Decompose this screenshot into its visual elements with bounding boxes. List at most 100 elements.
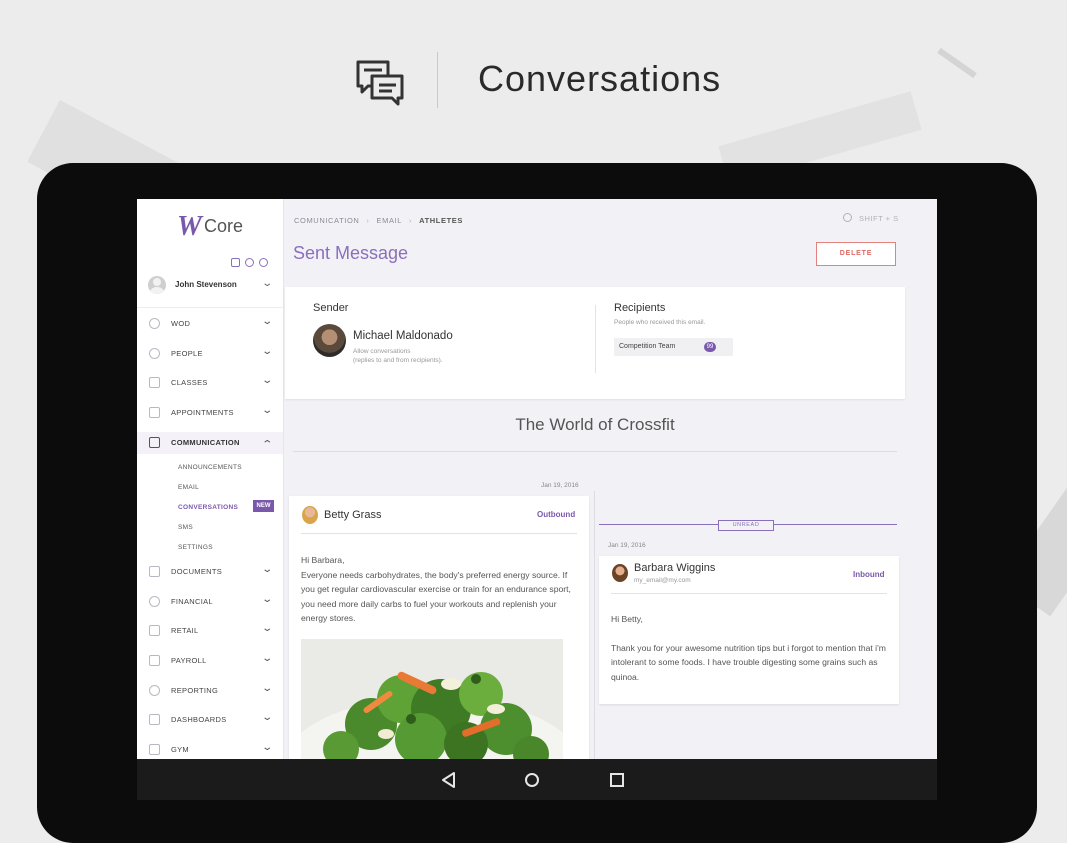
chevron-down-icon: ⌄ <box>261 405 274 416</box>
sidebar-item-label: DASHBOARDS <box>171 715 227 724</box>
message-divider <box>301 533 577 534</box>
avatar <box>148 276 166 294</box>
breadcrumb-athletes: ATHLETES <box>419 216 463 225</box>
recipients-subtitle: People who received this email. <box>614 319 706 326</box>
salad-illustration <box>301 639 563 759</box>
recipient-chip-label: Competition Team <box>619 343 676 350</box>
home-icon[interactable] <box>521 769 543 791</box>
card-divider <box>595 305 596 373</box>
sidebar-item-dashboards[interactable]: DASHBOARDS ⌄ <box>137 709 283 731</box>
recipient-chip[interactable]: Competition Team 99 <box>614 338 733 356</box>
delete-button[interactable]: DELETE <box>816 242 896 266</box>
submenu-settings[interactable]: SETTINGS <box>178 544 213 551</box>
breadcrumb-email[interactable]: EMAIL <box>377 216 403 225</box>
message-body: Hi Barbara, Everyone needs carbohydrates… <box>301 553 581 626</box>
submenu-sms[interactable]: SMS <box>178 524 193 531</box>
sidebar-item-label: DOCUMENTS <box>171 567 223 576</box>
breadcrumb-separator: › <box>409 216 413 225</box>
bell-icon[interactable] <box>259 258 268 267</box>
hero-header: Conversations <box>0 40 1067 120</box>
breadcrumb: COMUNICATION › EMAIL › ATHLETES <box>294 216 463 225</box>
search-shortcut-label: SHIFT + S <box>859 214 899 223</box>
dashboard-icon <box>149 714 160 725</box>
message-direction: Inbound <box>853 570 885 579</box>
user-menu[interactable]: John Stevenson ⌄ <box>137 273 283 299</box>
chevron-down-icon: ⌄ <box>261 712 274 723</box>
chat-icon <box>149 437 160 448</box>
chevron-down-icon: ⌄ <box>261 653 274 664</box>
submenu-email[interactable]: EMAIL <box>178 484 199 491</box>
chevron-down-icon[interactable]: ⌄ <box>261 278 273 289</box>
message-greeting: Hi Barbara, <box>301 555 345 565</box>
chevron-down-icon: ⌄ <box>261 623 274 634</box>
message-card-outbound[interactable]: Betty Grass Outbound Hi Barbara, Everyon… <box>289 496 589 759</box>
search-shortcut[interactable]: SHIFT + S <box>843 213 899 223</box>
app-screen: W Core John Stevenson ⌄ WOD ⌄ PEOPLE ⌄ C… <box>137 199 937 759</box>
chevron-down-icon: ⌄ <box>261 564 274 575</box>
avatar <box>612 564 628 582</box>
submenu-announcements[interactable]: ANNOUNCEMENTS <box>178 464 242 471</box>
sidebar-item-communication[interactable]: COMMUNICATION ⌄ <box>137 432 283 454</box>
message-card-inbound[interactable]: Barbara Wiggins my_email@my.com Inbound … <box>599 556 899 704</box>
search-icon <box>843 213 852 222</box>
sidebar-item-label: FINANCIAL <box>171 597 213 606</box>
chevron-down-icon: ⌄ <box>261 375 274 386</box>
message-text: Everyone needs carbohydrates, the body's… <box>301 569 571 624</box>
message-divider <box>611 593 887 594</box>
sidebar-item-label: REPORTING <box>171 686 219 695</box>
sidebar-item-people[interactable]: PEOPLE ⌄ <box>137 343 283 365</box>
breadcrumb-communication[interactable]: COMUNICATION <box>294 216 359 225</box>
salad-image[interactable] <box>301 639 563 759</box>
sidebar-item-payroll[interactable]: PAYROLL ⌄ <box>137 650 283 672</box>
message-details-card: Sender Michael Maldonado Allow conversat… <box>285 287 905 399</box>
cart-icon <box>149 625 160 636</box>
unread-label: UNREAD <box>718 520 774 531</box>
message-date: Jan 19, 2016 <box>608 542 646 549</box>
message-sender-email: my_email@my.com <box>634 577 691 584</box>
sidebar-item-reporting[interactable]: REPORTING ⌄ <box>137 680 283 702</box>
message-direction: Outbound <box>537 510 576 519</box>
sidebar-item-wod[interactable]: WOD ⌄ <box>137 313 283 335</box>
dollar-icon <box>149 596 160 607</box>
recipients-heading: Recipients <box>614 302 666 314</box>
sender-heading: Sender <box>313 302 349 314</box>
sender-avatar <box>313 324 346 357</box>
sidebar-item-financial[interactable]: FINANCIAL ⌄ <box>137 591 283 613</box>
help-icon[interactable] <box>245 258 254 267</box>
sidebar-item-gym[interactable]: GYM ⌄ <box>137 739 283 759</box>
message-text: Thank you for your awesome nutrition tip… <box>611 642 886 682</box>
gym-icon <box>149 744 160 755</box>
sidebar-item-classes[interactable]: CLASSES ⌄ <box>137 372 283 394</box>
android-nav-bar <box>137 759 937 800</box>
sender-note-line: (replies to and from recipients). <box>353 357 443 364</box>
appointments-icon <box>149 407 160 418</box>
sidebar-item-label: PAYROLL <box>171 656 207 665</box>
sidebar: W Core John Stevenson ⌄ WOD ⌄ PEOPLE ⌄ C… <box>137 199 284 759</box>
chevron-down-icon: ⌄ <box>261 316 274 327</box>
chevron-up-icon: ⌄ <box>261 437 274 448</box>
avatar <box>302 506 318 524</box>
hero-title: Conversations <box>478 58 722 99</box>
sidebar-item-documents[interactable]: DOCUMENTS ⌄ <box>137 561 283 583</box>
sidebar-item-retail[interactable]: RETAIL ⌄ <box>137 620 283 642</box>
sidebar-item-appointments[interactable]: APPOINTMENTS ⌄ <box>137 402 283 424</box>
sidebar-item-label: COMMUNICATION <box>171 438 240 447</box>
message-date: Jan 19, 2016 <box>541 482 579 489</box>
recent-apps-icon[interactable] <box>606 769 628 791</box>
sidebar-item-label: PEOPLE <box>171 349 203 358</box>
user-name: John Stevenson <box>175 280 237 289</box>
timeline-line <box>594 491 595 759</box>
sidebar-item-label: CLASSES <box>171 378 208 387</box>
folder-icon <box>149 566 160 577</box>
sender-name: Michael Maldonado <box>353 330 453 342</box>
chevron-down-icon: ⌄ <box>261 742 274 753</box>
new-badge: NEW <box>253 500 274 512</box>
breadcrumb-separator: › <box>366 216 370 225</box>
page-title: Sent Message <box>293 243 409 263</box>
chevron-down-icon: ⌄ <box>261 683 274 694</box>
bookmark-icon[interactable] <box>231 258 240 267</box>
back-icon[interactable] <box>438 769 460 791</box>
hero-divider <box>437 52 438 108</box>
conversations-icon <box>356 60 404 106</box>
submenu-conversations[interactable]: CONVERSATIONS <box>178 504 238 511</box>
